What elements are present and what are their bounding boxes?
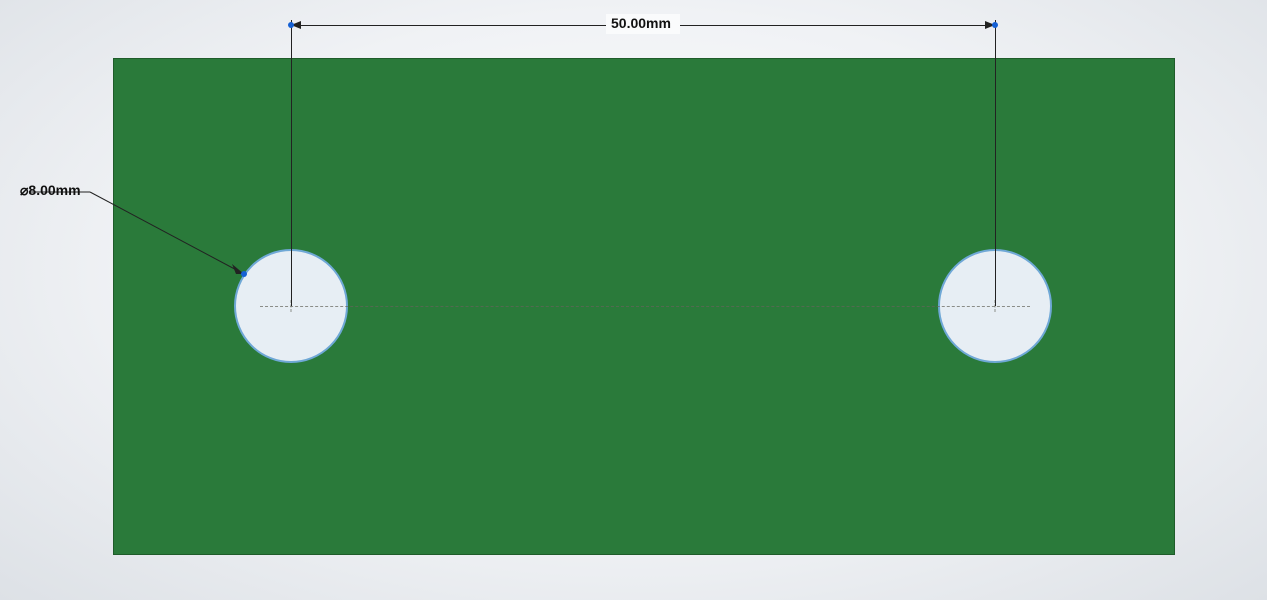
cad-viewport: 50.00mm ⌀8.00mm	[0, 0, 1267, 600]
diameter-leader	[0, 0, 1267, 600]
dim-label-diameter[interactable]: ⌀8.00mm	[20, 182, 81, 199]
diameter-leader-node[interactable]	[241, 271, 247, 277]
